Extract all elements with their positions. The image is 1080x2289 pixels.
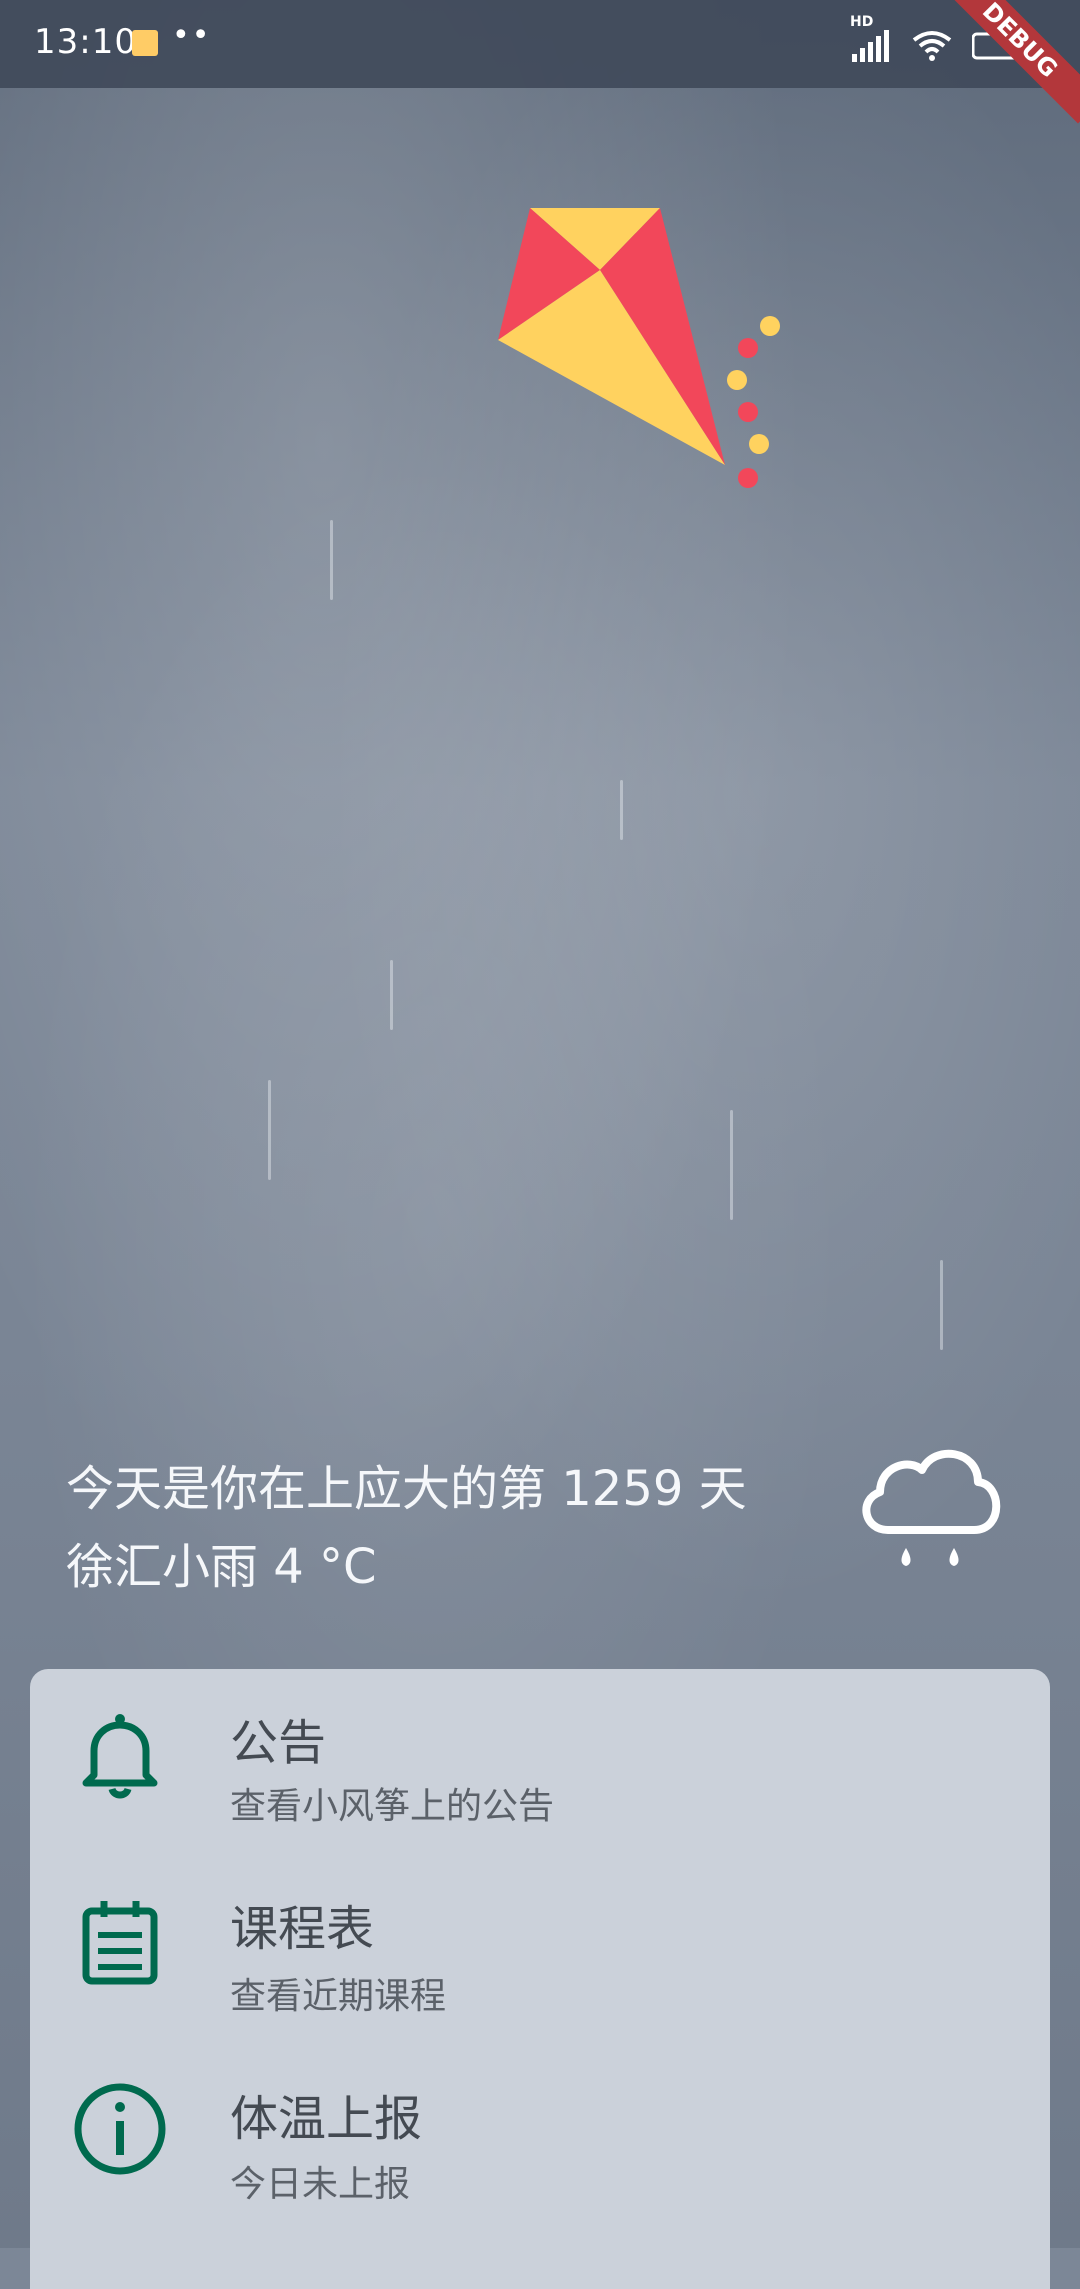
info-icon xyxy=(74,2083,166,2175)
menu-item-subtitle: 查看近期课程 xyxy=(230,1976,447,2017)
rain-cloud-icon xyxy=(862,1449,1001,1566)
menu-item-temperature-report[interactable]: 体温上报 今日未上报 xyxy=(30,2049,1050,2239)
menu-item-subtitle: 今日未上报 xyxy=(230,2164,411,2205)
rain-streak xyxy=(390,960,393,1030)
menu-item-title: 公告 xyxy=(230,1715,327,1771)
calendar-icon xyxy=(82,1901,158,1985)
kite-logo xyxy=(498,208,780,488)
rain-streak xyxy=(330,520,333,600)
days-at-school-text: 今天是你在上应大的第 1259 天 xyxy=(66,1461,747,1517)
bell-icon xyxy=(82,1714,158,1799)
menu-item-title: 课程表 xyxy=(230,1901,375,1957)
menu-item-title: 体温上报 xyxy=(230,2091,423,2147)
rain-streak xyxy=(730,1110,733,1220)
rain-streak xyxy=(268,1080,271,1180)
cellular-signal-icon: HD xyxy=(850,14,892,64)
menu-item-timetable[interactable]: 课程表 查看近期课程 xyxy=(30,1859,1050,2049)
menu-item-announcement[interactable]: 公告 查看小风筝上的公告 xyxy=(30,1669,1050,1859)
status-time: 13:10 xyxy=(34,22,137,62)
status-bar: 13:10 •• HD DEBUG xyxy=(0,0,1080,124)
weather-text: 徐汇小雨 4 °C xyxy=(66,1539,377,1595)
menu-item-subtitle: 查看小风筝上的公告 xyxy=(230,1786,555,1827)
feature-card: 公告 查看小风筝上的公告 课程表 查看近期课程 体温上报 今日未上报 xyxy=(30,1669,1050,2289)
notification-icon xyxy=(132,30,158,56)
wifi-icon xyxy=(910,28,954,64)
rain-streak xyxy=(940,1260,943,1350)
rain-streak xyxy=(620,780,623,840)
campus-info: 今天是你在上应大的第 1259 天 徐汇小雨 4 °C xyxy=(66,1450,747,1606)
more-notifications-icon: •• xyxy=(172,18,212,53)
